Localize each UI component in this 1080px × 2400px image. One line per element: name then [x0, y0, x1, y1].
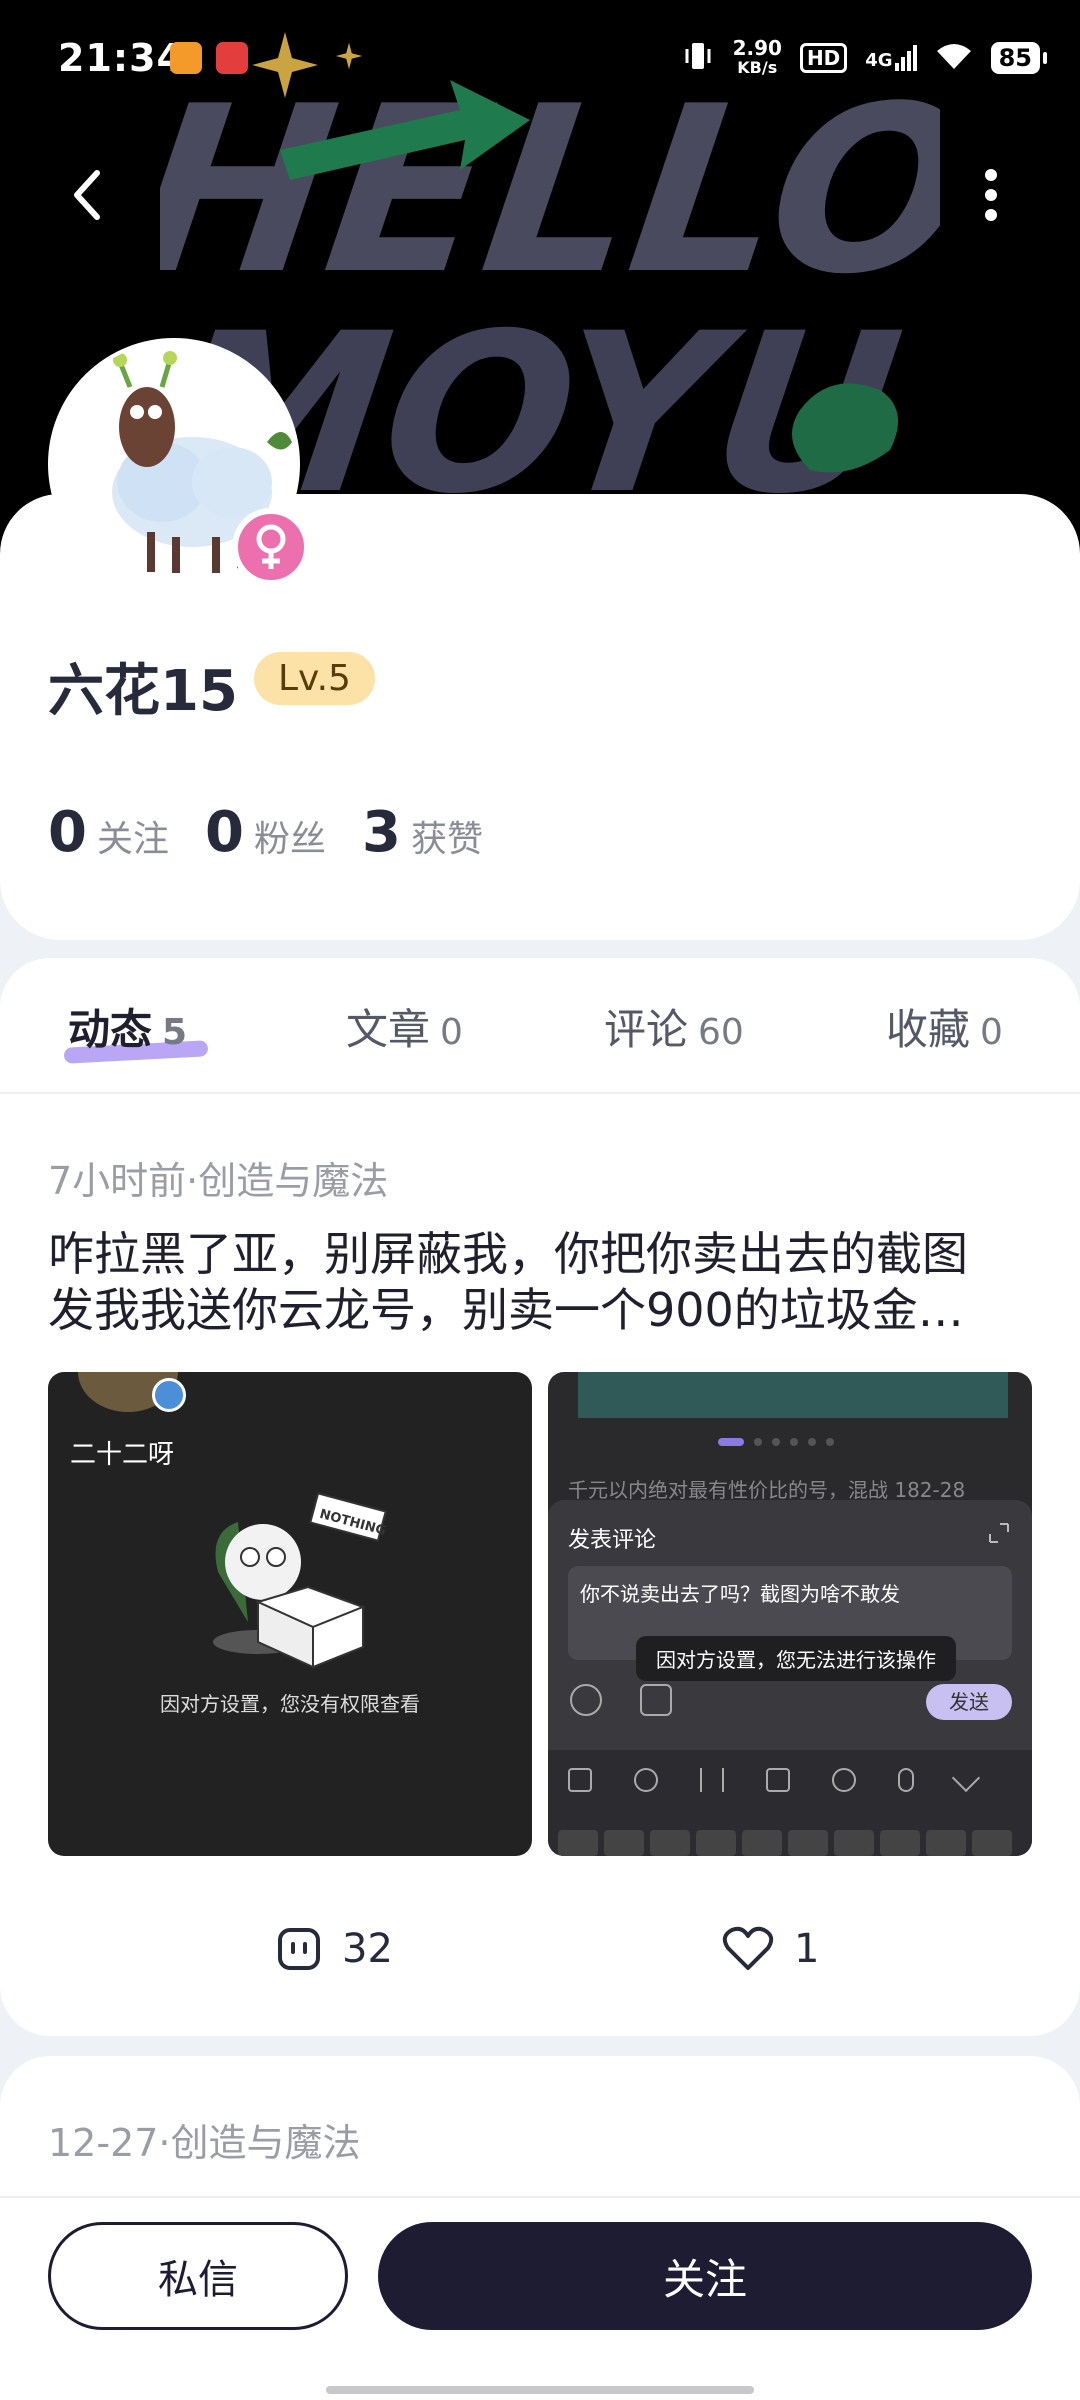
net-speed: 2.90 KB/s	[733, 38, 782, 78]
expand-icon	[989, 1523, 1009, 1543]
stat-likes-count: 3	[361, 800, 401, 865]
post-text[interactable]: 咋拉黑了亚，别屏蔽我，你把你卖出去的截图 发我我送你云龙号，别卖一个900的垃圾…	[48, 1226, 1032, 1338]
bottom-action-bar: 私信 关注	[0, 2196, 1080, 2400]
home-indicator[interactable]	[326, 2386, 754, 2394]
tab-comments-count: 60	[698, 1012, 744, 1053]
comment-count: 32	[342, 1926, 393, 1972]
stat-following[interactable]: 0 关注	[48, 800, 169, 865]
signal-icon: 4G	[865, 45, 917, 71]
tab-dynamics-count: 5	[162, 1012, 188, 1053]
like-count: 1	[794, 1926, 820, 1972]
keyboard	[548, 1750, 1032, 1856]
tab-favorites[interactable]: 收藏 0	[886, 996, 1003, 1057]
stat-following-label: 关注	[96, 819, 169, 860]
username: 六花15	[48, 659, 238, 724]
comment-dialog: 发表评论 你不说卖出去了吗？截图为啥不敢发 因对方设置，您无法进行该操作 发送	[548, 1500, 1032, 1856]
image-game-banner	[578, 1372, 1008, 1418]
tab-comments[interactable]: 评论 60	[604, 996, 744, 1057]
dialog-input-text: 你不说卖出去了吗？截图为啥不敢发	[580, 1582, 900, 1606]
stat-following-count: 0	[48, 800, 87, 865]
app-notification-icon-2	[216, 42, 248, 74]
male-gender-icon	[152, 1378, 186, 1412]
hd-icon: HD	[799, 43, 848, 73]
wifi-icon	[935, 41, 973, 76]
back-button[interactable]	[52, 160, 122, 230]
post-image-1[interactable]: 二十二呀 NOTHING 因对方设置，您没有权限查看	[48, 1372, 532, 1856]
follow-button[interactable]: 关注	[378, 2222, 1032, 2330]
signal-label: 4G	[865, 50, 893, 71]
stat-likes[interactable]: 3 获赞	[362, 800, 483, 865]
tab-favorites-label: 收藏	[886, 1005, 971, 1054]
comment-button[interactable]: 32	[276, 1926, 393, 1972]
status-time: 21:34	[58, 36, 184, 80]
send-button: 发送	[926, 1684, 1012, 1720]
image-permission-note: 因对方设置，您没有权限查看	[160, 1692, 420, 1716]
tab-articles-count: 0	[440, 1012, 463, 1053]
net-speed-unit: KB/s	[737, 58, 778, 77]
carousel-dots	[718, 1438, 834, 1446]
keyboard-toolbar	[568, 1763, 981, 1793]
emoji-icon	[570, 1684, 602, 1716]
more-button[interactable]	[956, 160, 1026, 230]
empty-box-illustration: NOTHING	[213, 1492, 387, 1669]
like-button[interactable]: 1	[722, 1926, 819, 1972]
female-gender-icon	[232, 508, 310, 586]
tab-dynamics[interactable]: 动态 5	[68, 996, 187, 1057]
tab-articles[interactable]: 文章 0	[346, 996, 463, 1057]
stat-fans-count: 0	[204, 800, 244, 865]
keyboard-keys	[558, 1830, 1012, 1856]
private-message-button[interactable]: 私信	[48, 2222, 348, 2330]
tab-articles-label: 文章	[346, 1005, 431, 1054]
vibrate-icon	[681, 39, 715, 78]
stat-likes-label: 获赞	[410, 819, 483, 860]
post-meta: 7小时前·创造与魔法	[48, 1159, 389, 1203]
profile-stats: 0 关注 0 粉丝 3 获赞	[48, 800, 483, 865]
stat-fans[interactable]: 0 粉丝	[205, 800, 326, 865]
image-picker-icon	[640, 1684, 672, 1716]
level-badge: Lv.5	[254, 652, 375, 705]
post-text-line-2: 发我我送你云龙号，别卖一个900的垃圾金…	[48, 1283, 964, 1337]
battery-icon: 85	[990, 42, 1048, 74]
tab-comments-label: 评论	[604, 1005, 689, 1054]
chevron-left-icon	[74, 170, 100, 220]
post-image-2[interactable]: 千元以内绝对最有性价比的号，混战 182-28 发表评论 你不说卖出去了吗？截图…	[548, 1372, 1032, 1856]
image-top-text: 千元以内绝对最有性价比的号，混战 182-28	[568, 1478, 966, 1502]
comment-icon	[278, 1928, 320, 1970]
stat-fans-label: 粉丝	[253, 819, 326, 860]
status-bar: 21:34 2.90 KB/s HD 4G 85	[0, 0, 1080, 120]
toast-message: 因对方设置，您无法进行该操作	[636, 1636, 956, 1681]
heart-icon	[722, 1926, 774, 1970]
feed-card: 动态 5 文章 0 评论 60 收藏 0 7小时前·创造与魔法 咋拉黑了亚，别屏蔽我，你…	[0, 958, 1080, 2036]
image-username: 二十二呀	[70, 1440, 175, 1470]
tab-dynamics-label: 动态	[68, 1005, 153, 1054]
status-indicators: 2.90 KB/s HD 4G 85	[681, 38, 1048, 78]
profile-tabs: 动态 5 文章 0 评论 60 收藏 0	[0, 958, 1080, 1094]
next-post-meta: 12-27·创造与魔法	[48, 2121, 361, 2165]
tab-favorites-count: 0	[980, 1012, 1003, 1053]
dialog-title: 发表评论	[568, 1528, 657, 1553]
more-vertical-icon	[985, 169, 997, 221]
app-notification-icon	[170, 42, 202, 74]
post-text-line-1: 咋拉黑了亚，别屏蔽我，你把你卖出去的截图	[48, 1227, 968, 1281]
net-speed-value: 2.90	[732, 36, 782, 60]
